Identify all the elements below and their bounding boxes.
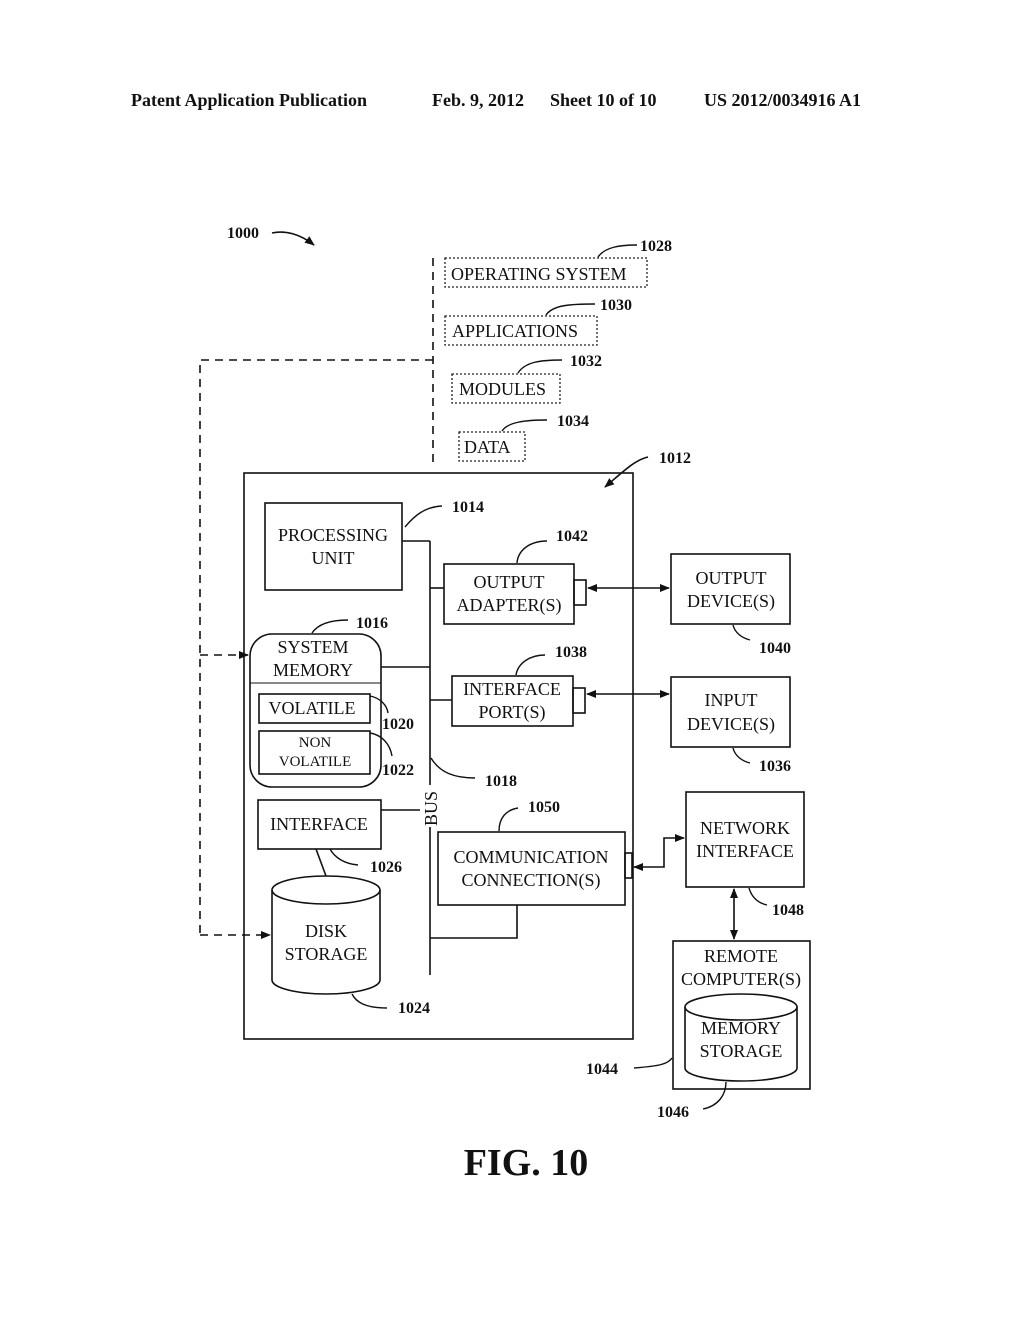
ref-1028: 1028 [640,238,672,255]
svg-text:ADAPTER(S): ADAPTER(S) [456,595,561,616]
ref-1032: 1032 [570,353,602,370]
ref-1030: 1030 [600,297,632,314]
applications-box: APPLICATIONS [444,315,598,346]
ref-1048: 1048 [772,902,804,919]
output-device-box: OUTPUT DEVICE(S) [670,553,791,625]
ref-1000: 1000 [227,225,259,242]
interface-box: INTERFACE [257,799,382,850]
ref-1034: 1034 [557,413,589,430]
ref-1018: 1018 [485,773,517,790]
svg-text:INTERFACE: INTERFACE [696,841,794,861]
svg-text:MODULES: MODULES [459,379,546,399]
svg-text:STORAGE: STORAGE [700,1041,783,1061]
computer-pointer-arrow [604,456,649,488]
modules-box: MODULES [451,373,561,404]
remote-computer-box: REMOTE COMPUTER(S) [672,940,811,1090]
svg-text:INTERFACE: INTERFACE [270,814,368,834]
non-volatile-memory-box: NON VOLATILE [258,730,371,775]
data-box: DATA [458,431,526,462]
svg-text:DEVICE(S): DEVICE(S) [687,714,775,735]
svg-text:COMMUNICATION: COMMUNICATION [453,847,608,867]
svg-text:APPLICATIONS: APPLICATIONS [452,321,578,341]
ref-1016: 1016 [356,615,388,632]
svg-text:MEMORY: MEMORY [701,1018,781,1038]
ref-1040: 1040 [759,640,791,657]
svg-text:SYSTEM: SYSTEM [277,637,348,657]
svg-text:CONNECTION(S): CONNECTION(S) [462,870,601,891]
operating-system-box: OPERATING SYSTEM [444,257,648,288]
svg-text:DATA: DATA [464,437,511,457]
svg-text:PROCESSING: PROCESSING [278,525,388,545]
svg-text:INTERFACE: INTERFACE [463,679,561,699]
svg-text:COMPUTER(S): COMPUTER(S) [681,969,801,990]
ref-1050: 1050 [528,799,560,816]
svg-text:VOLATILE: VOLATILE [269,698,356,718]
ref-1046: 1046 [657,1104,689,1121]
ref-1014: 1014 [452,499,484,516]
interface-port-box: INTERFACE PORT(S) [451,675,586,727]
processing-unit-box: PROCESSING UNIT [264,502,403,591]
bus-label: BUS [421,791,441,826]
memory-storage-cylinder: MEMORY STORAGE [684,993,798,1082]
block-diagram: 1000 OPERATING SYSTEM 1028 APPLICATIONS … [199,225,811,1184]
svg-text:OUTPUT: OUTPUT [474,572,545,592]
ref-1012: 1012 [659,450,691,467]
ref-1044: 1044 [586,1061,618,1078]
volatile-memory-box: VOLATILE [258,693,371,724]
network-interface-box: NETWORK INTERFACE [685,791,805,888]
svg-text:NON: NON [299,735,332,751]
ref-1042: 1042 [556,528,588,545]
ref-1022: 1022 [382,762,414,779]
svg-text:REMOTE: REMOTE [704,946,778,966]
svg-text:DEVICE(S): DEVICE(S) [687,591,775,612]
svg-text:OUTPUT: OUTPUT [696,568,767,588]
svg-text:PORT(S): PORT(S) [479,702,546,723]
figure-caption: FIG. 10 [464,1142,589,1184]
svg-text:MEMORY: MEMORY [273,660,353,680]
network-connection-arrow [633,834,685,871]
svg-text:VOLATILE: VOLATILE [279,754,351,770]
ref-1020: 1020 [382,716,414,733]
svg-text:STORAGE: STORAGE [285,944,368,964]
system-pointer-arrow [271,231,315,246]
ref-1026: 1026 [370,859,402,876]
communication-connection-box: COMMUNICATION CONNECTION(S) [437,831,633,906]
svg-text:DISK: DISK [305,921,347,941]
svg-text:INPUT: INPUT [705,690,758,710]
ref-1024: 1024 [398,1000,430,1017]
svg-text:NETWORK: NETWORK [700,818,790,838]
svg-text:OPERATING SYSTEM: OPERATING SYSTEM [451,264,627,284]
output-adapter-box: OUTPUT ADAPTER(S) [443,563,587,625]
input-device-box: INPUT DEVICE(S) [670,676,791,748]
disk-storage-cylinder: DISK STORAGE [271,875,381,995]
svg-text:UNIT: UNIT [312,548,355,568]
ref-1036: 1036 [759,758,791,775]
ref-1038: 1038 [555,644,587,661]
